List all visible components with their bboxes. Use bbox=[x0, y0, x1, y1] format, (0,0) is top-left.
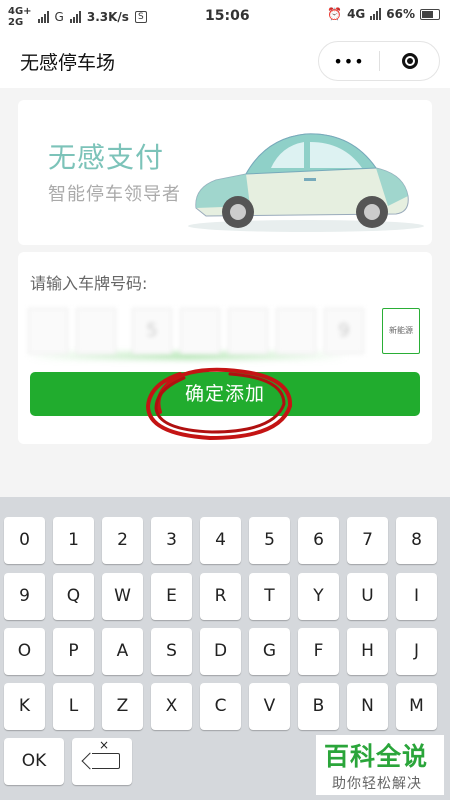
network-speed: 3.3K/s bbox=[86, 10, 129, 24]
key[interactable]: C bbox=[200, 683, 241, 730]
alarm-icon: ⏰ bbox=[327, 7, 343, 21]
battery-icon bbox=[420, 8, 440, 20]
backspace-icon: × bbox=[92, 738, 120, 769]
key[interactable]: Y bbox=[298, 573, 339, 620]
key[interactable]: 2 bbox=[102, 517, 143, 564]
close-target-icon bbox=[401, 53, 418, 69]
key[interactable]: 8 bbox=[396, 517, 437, 564]
key[interactable]: L bbox=[53, 683, 94, 730]
watermark-title: 百科全说 bbox=[324, 742, 429, 771]
key[interactable]: F bbox=[298, 628, 339, 675]
status-bar: 4G+ 2G G 3.3K/s S 15:06 ⏰ 4G 66% bbox=[0, 0, 450, 32]
key[interactable]: 6 bbox=[298, 517, 339, 564]
watermark-subtitle: 助你轻松解决 bbox=[332, 776, 422, 792]
key[interactable]: R bbox=[200, 573, 241, 620]
key[interactable]: P bbox=[53, 628, 94, 675]
banner-title: 无感支付 bbox=[48, 141, 165, 174]
key[interactable]: M bbox=[396, 683, 437, 730]
page-title: 无感停车场 bbox=[20, 52, 116, 74]
key[interactable]: 5 bbox=[249, 517, 290, 564]
signal-icon-3 bbox=[370, 8, 382, 20]
key[interactable]: H bbox=[347, 628, 388, 675]
delete-key[interactable]: × bbox=[72, 738, 132, 785]
key[interactable]: N bbox=[347, 683, 388, 730]
plate-char-7[interactable]: 9 bbox=[324, 308, 364, 354]
right-network: 4G bbox=[347, 7, 366, 21]
key[interactable]: 7 bbox=[347, 517, 388, 564]
confirm-add-button[interactable]: 确定添加 bbox=[30, 372, 420, 416]
key[interactable]: Z bbox=[102, 683, 143, 730]
network-indicator: 4G+ 2G bbox=[8, 6, 32, 28]
close-button[interactable] bbox=[380, 53, 439, 69]
signal-icon-2 bbox=[69, 11, 81, 23]
plate-char-2[interactable] bbox=[76, 308, 116, 354]
key[interactable]: 3 bbox=[151, 517, 192, 564]
key[interactable]: E bbox=[151, 573, 192, 620]
key[interactable]: 4 bbox=[200, 517, 241, 564]
plate-char-3[interactable]: 5 bbox=[132, 308, 172, 354]
key[interactable]: 0 bbox=[4, 517, 45, 564]
plate-char-6[interactable] bbox=[276, 308, 316, 354]
key[interactable]: K bbox=[4, 683, 45, 730]
miniprogram-capsule: ••• bbox=[318, 41, 440, 81]
plate-char-1[interactable] bbox=[28, 308, 68, 354]
ok-key[interactable]: OK bbox=[4, 738, 64, 785]
plate-char-5[interactable] bbox=[228, 308, 268, 354]
key[interactable]: I bbox=[396, 573, 437, 620]
key[interactable]: A bbox=[102, 628, 143, 675]
signal-icon bbox=[37, 11, 49, 23]
new-energy-slot[interactable]: 新能源 bbox=[382, 308, 420, 354]
car-illustration bbox=[188, 133, 424, 232]
key[interactable]: T bbox=[249, 573, 290, 620]
key[interactable]: V bbox=[249, 683, 290, 730]
key[interactable]: 9 bbox=[4, 573, 45, 620]
clock: 15:06 bbox=[205, 8, 250, 24]
key[interactable]: Q bbox=[53, 573, 94, 620]
key[interactable]: D bbox=[200, 628, 241, 675]
key[interactable]: W bbox=[102, 573, 143, 620]
battery-percent: 66% bbox=[386, 7, 415, 21]
title-bar: 无感停车场 ••• bbox=[0, 32, 450, 88]
watermark-logo: 百科全说 助你轻松解决 bbox=[316, 735, 444, 795]
plate-input-row: 5 9 新能源 bbox=[28, 308, 428, 360]
banner-subtitle: 智能停车领导者 bbox=[48, 184, 181, 205]
key[interactable]: G bbox=[249, 628, 290, 675]
plate-form-card: 请输入车牌号码: 5 9 新能源 确定添加 bbox=[18, 252, 432, 444]
key[interactable]: O bbox=[4, 628, 45, 675]
carrier-letter: G bbox=[54, 10, 64, 24]
s-badge-icon: S bbox=[134, 11, 147, 23]
key[interactable]: S bbox=[151, 628, 192, 675]
banner: 无感支付 智能停车领导者 bbox=[18, 100, 432, 245]
key[interactable]: B bbox=[298, 683, 339, 730]
plate-char-4[interactable] bbox=[180, 308, 220, 354]
key[interactable]: X bbox=[151, 683, 192, 730]
key[interactable]: J bbox=[396, 628, 437, 675]
more-button[interactable]: ••• bbox=[319, 52, 379, 71]
key[interactable]: U bbox=[347, 573, 388, 620]
plate-prompt: 请输入车牌号码: bbox=[30, 274, 148, 293]
key[interactable]: 1 bbox=[53, 517, 94, 564]
